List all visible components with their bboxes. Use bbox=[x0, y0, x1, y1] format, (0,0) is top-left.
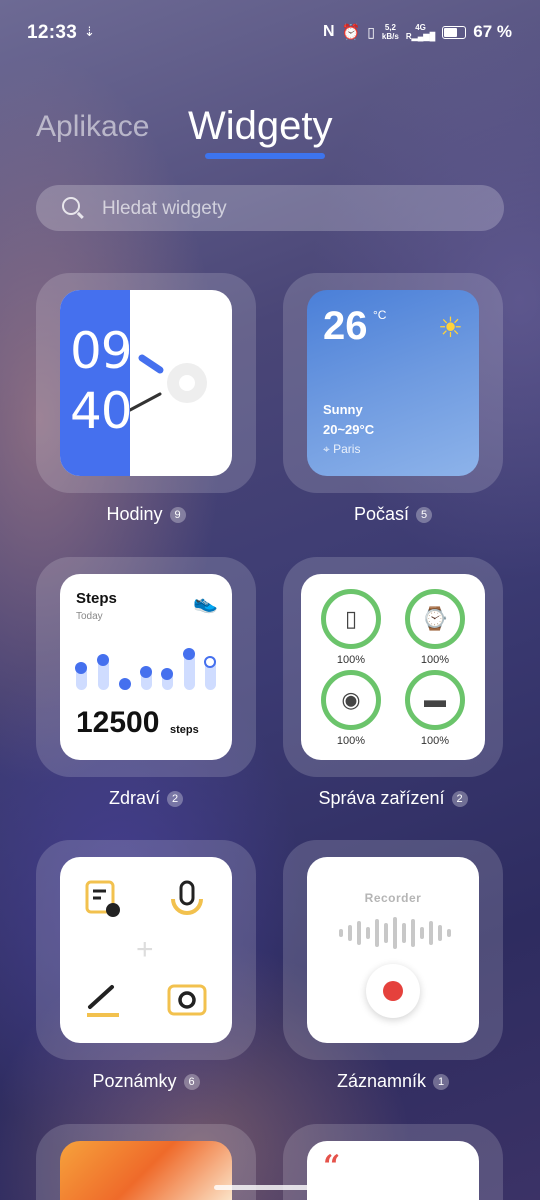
search-icon bbox=[62, 197, 80, 215]
health-subtitle: Today bbox=[76, 611, 103, 622]
clock-hands-icon bbox=[130, 354, 207, 412]
microphone-icon bbox=[171, 880, 203, 915]
widget-weather[interactable]: 26 °C ☀ Sunny 20~29°C ⌖ Paris bbox=[283, 273, 503, 493]
watch-icon: ⌚ bbox=[405, 589, 465, 649]
camera-icon bbox=[167, 984, 207, 1016]
notes-preview: + bbox=[60, 857, 232, 1043]
recorder-preview: Recorder bbox=[307, 857, 479, 1043]
widget-label: Poznámky 6 bbox=[16, 1071, 276, 1092]
widget-label: Zdraví 2 bbox=[16, 788, 276, 809]
clock-hour: 09 bbox=[70, 322, 133, 380]
status-time: 12:33 bbox=[27, 22, 78, 43]
pen-icon bbox=[87, 985, 119, 1017]
partial-preview bbox=[60, 1141, 232, 1200]
recorder-title: Recorder bbox=[364, 891, 422, 905]
location-icon: ⌖ bbox=[323, 442, 330, 456]
alarm-icon: ⏰ bbox=[341, 24, 361, 41]
widget-label: Záznamník 1 bbox=[263, 1071, 523, 1092]
signal-icon: 4G R▂▄▆█ bbox=[405, 23, 436, 41]
shoe-icon: 👟 bbox=[193, 592, 218, 614]
nfc-icon: N bbox=[322, 23, 335, 40]
weather-unit: °C bbox=[373, 308, 387, 322]
weather-preview: 26 °C ☀ Sunny 20~29°C ⌖ Paris bbox=[307, 290, 479, 476]
vibrate-icon: ▯ bbox=[367, 23, 375, 40]
widget-health[interactable]: Steps Today 👟 12500 steps bbox=[36, 557, 256, 777]
steps-unit: steps bbox=[170, 724, 199, 736]
record-button bbox=[366, 964, 420, 1018]
status-bar: 12:33 ⇣ N ⏰ ▯ 5,2 kB/s 4G R▂▄▆█ 67 % bbox=[0, 0, 540, 68]
weather-range: 20~29°C bbox=[323, 422, 375, 437]
weather-temp: 26 bbox=[323, 304, 368, 348]
steps-count: 12500 bbox=[76, 706, 160, 739]
battery-percent: 67 % bbox=[473, 22, 512, 41]
record-icon bbox=[383, 981, 403, 1001]
widget-clock[interactable]: 09 40 bbox=[36, 273, 256, 493]
clock-preview: 09 40 bbox=[60, 290, 232, 476]
earbuds-icon: ◉ bbox=[321, 670, 381, 730]
search-bar[interactable]: Hledat widgety bbox=[36, 185, 504, 231]
battery-icon bbox=[442, 25, 467, 39]
widget-label: Hodiny 9 bbox=[16, 504, 276, 525]
sun-icon: ☀ bbox=[437, 312, 463, 343]
widget-recorder[interactable]: Recorder bbox=[283, 840, 503, 1060]
partial-preview: “ bbox=[307, 1141, 479, 1200]
health-preview: Steps Today 👟 12500 steps bbox=[60, 574, 232, 760]
widget-label: Počasí 5 bbox=[263, 504, 523, 525]
download-icon: ⇣ bbox=[84, 24, 95, 39]
search-placeholder: Hledat widgety bbox=[102, 198, 227, 219]
tab-apps[interactable]: Aplikace bbox=[36, 110, 149, 144]
clock-minute: 40 bbox=[70, 382, 133, 440]
phone-icon: ▯ bbox=[321, 589, 381, 649]
add-icon: + bbox=[136, 933, 154, 966]
widget-notes[interactable]: + bbox=[36, 840, 256, 1060]
status-icons: N ⏰ ▯ 5,2 kB/s 4G R▂▄▆█ 67 % bbox=[323, 22, 512, 42]
widget-label: Správa zařízení 2 bbox=[263, 788, 523, 809]
devices-preview: ▯ 100% ⌚ 100% ◉ 100% ▬ 100% bbox=[301, 574, 485, 760]
note-reminder-icon bbox=[85, 880, 120, 917]
earbuds-case-icon: ▬ bbox=[405, 670, 465, 730]
weather-condition: Sunny bbox=[323, 402, 363, 417]
widget-devices[interactable]: ▯ 100% ⌚ 100% ◉ 100% ▬ 100% bbox=[283, 557, 503, 777]
health-title: Steps bbox=[76, 590, 117, 607]
quote-icon: “ bbox=[323, 1149, 341, 1184]
weather-city: ⌖ Paris bbox=[323, 442, 361, 456]
home-indicator[interactable] bbox=[214, 1185, 326, 1190]
tab-widgets[interactable]: Widgety bbox=[188, 104, 333, 149]
network-speed: 5,2 kB/s bbox=[381, 23, 399, 41]
tab-indicator bbox=[205, 153, 325, 159]
